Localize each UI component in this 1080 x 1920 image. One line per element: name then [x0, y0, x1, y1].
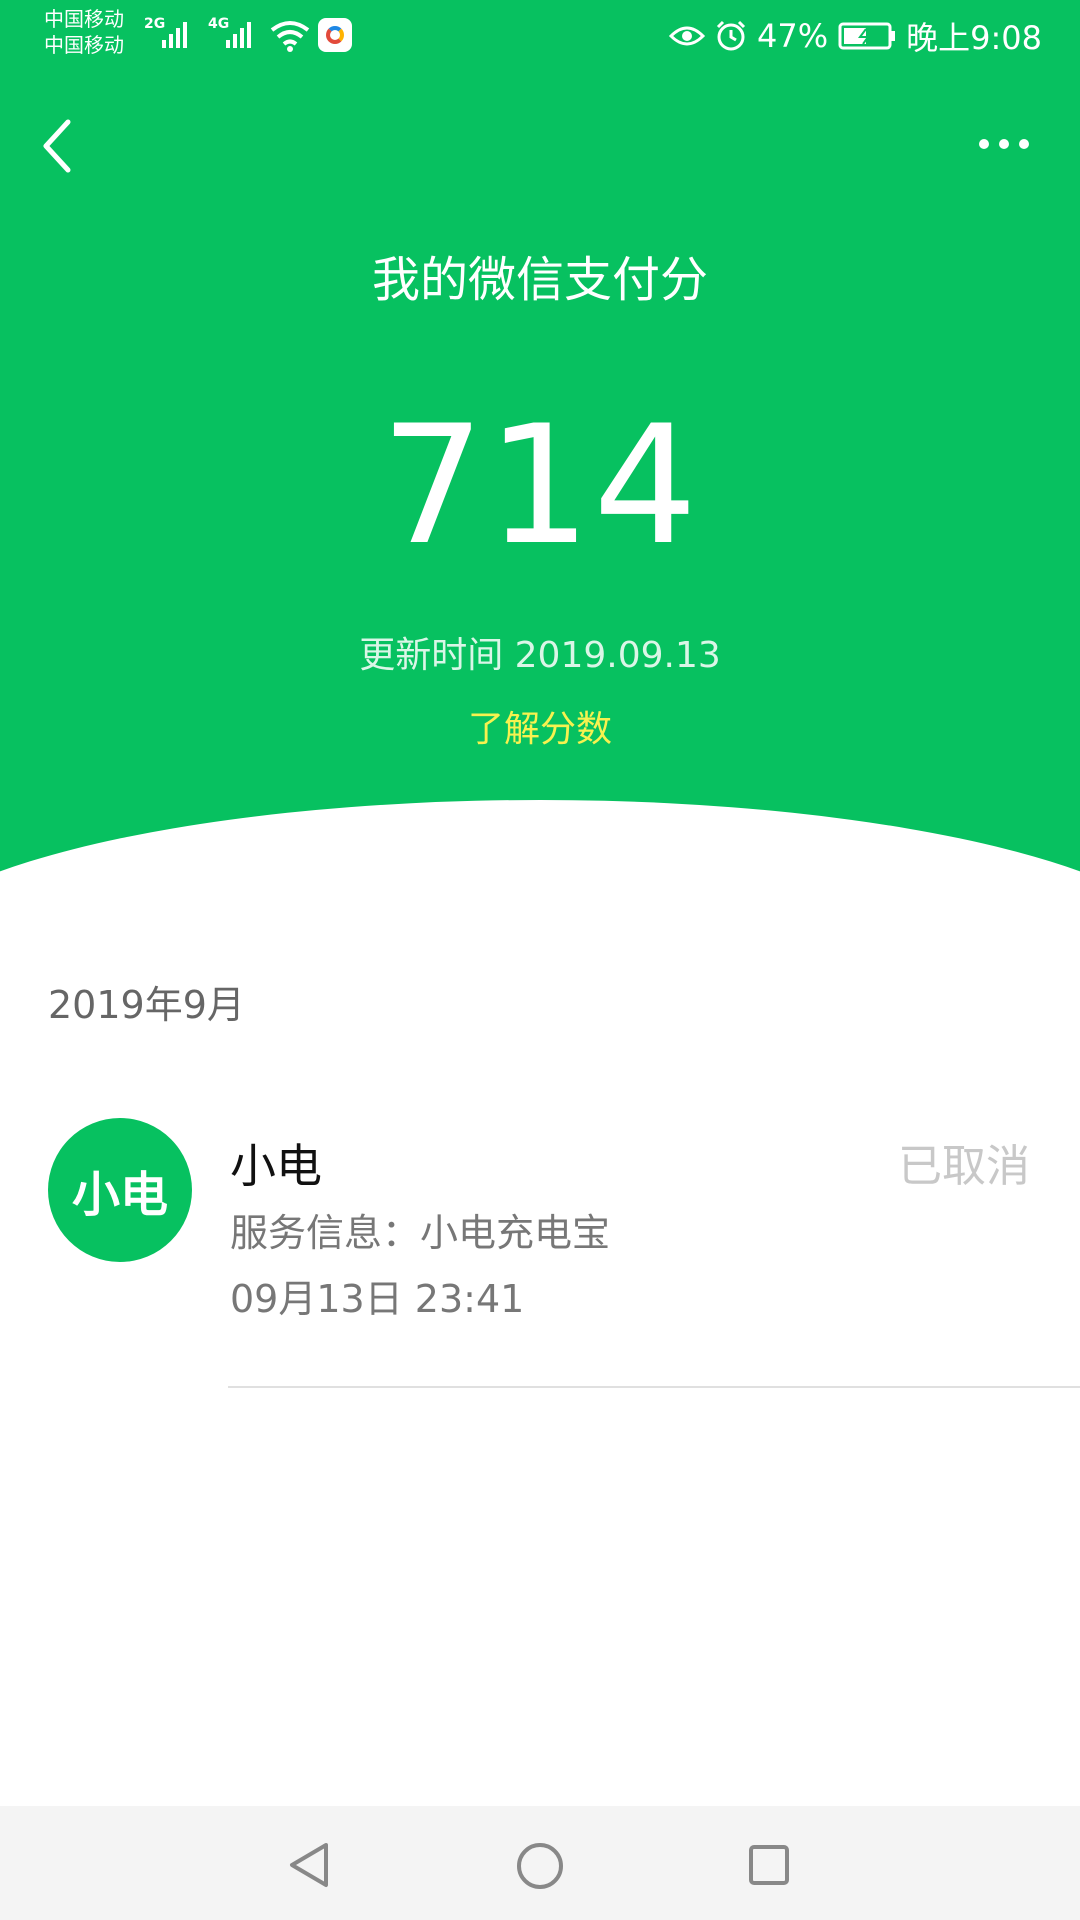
signal-icon	[226, 20, 251, 48]
more-options-icon[interactable]	[976, 136, 1032, 152]
learn-score-link[interactable]: 了解分数	[0, 700, 1080, 752]
alarm-icon	[716, 20, 746, 51]
nav-recent-icon[interactable]	[748, 1844, 790, 1886]
carrier-2: 中国移动	[44, 33, 124, 57]
status-bar: 中国移动 中国移动 2G 4G 47% 晚上9:08	[0, 0, 1080, 72]
payscore-page: 中国移动 中国移动 2G 4G 47% 晚上9:08 我的微信支付分 714 更…	[0, 0, 1080, 1920]
battery-icon	[838, 22, 896, 50]
service-record[interactable]: 小电 小电 已取消 服务信息：小电充电宝 09月13日 23:41	[0, 1110, 1080, 1390]
clock: 晚上9:08	[906, 19, 1042, 57]
carrier-1: 中国移动	[44, 7, 124, 31]
month-header: 2019年9月	[48, 983, 245, 1027]
record-divider	[228, 1386, 1080, 1388]
carrier-info: 中国移动 中国移动	[44, 6, 124, 58]
nav-home-icon[interactable]	[516, 1842, 564, 1890]
navigation-bar	[0, 1806, 1080, 1920]
record-status-badge: 已取消	[898, 1141, 1030, 1192]
eye-icon	[669, 26, 705, 46]
signal-icon	[162, 20, 187, 48]
page-title: 我的微信支付分	[371, 252, 708, 308]
service-info: 服务信息：小电充电宝	[230, 1211, 611, 1255]
app-icon	[318, 18, 352, 52]
merchant-name: 小电	[230, 1139, 322, 1193]
update-time: 更新时间 2019.09.13	[359, 635, 721, 676]
nav-back-icon[interactable]	[286, 1841, 332, 1889]
back-icon[interactable]	[38, 118, 78, 174]
wifi-icon	[270, 21, 310, 52]
system-status: 47% 晚上9:08	[669, 12, 1042, 60]
score-value: 714	[380, 390, 700, 581]
merchant-avatar: 小电	[48, 1118, 192, 1262]
battery-percentage: 47%	[757, 17, 829, 55]
record-time: 09月13日 23:41	[230, 1277, 525, 1321]
